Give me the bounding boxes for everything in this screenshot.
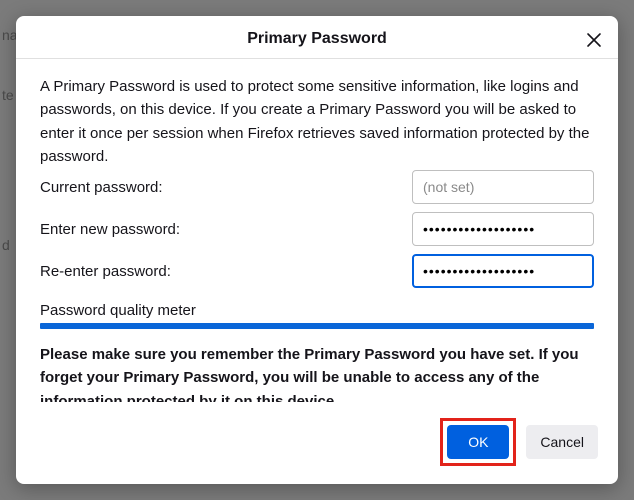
dialog-description: A Primary Password is used to protect so… [40,75,594,168]
primary-password-dialog: Primary Password A Primary Password is u… [16,16,618,484]
dialog-title: Primary Password [247,30,387,47]
close-button[interactable] [582,28,606,52]
current-password-row: Current password: [40,170,594,204]
dialog-body: A Primary Password is used to protect so… [16,59,618,402]
new-password-input[interactable] [412,212,594,246]
cancel-button[interactable]: Cancel [526,425,598,459]
reenter-password-row: Re-enter password: [40,254,594,288]
warning-text: Please make sure you remember the Primar… [40,343,594,402]
current-password-input[interactable] [412,170,594,204]
new-password-label: Enter new password: [40,221,412,238]
reenter-password-input[interactable] [412,254,594,288]
new-password-row: Enter new password: [40,212,594,246]
reenter-password-label: Re-enter password: [40,263,412,280]
current-password-label: Current password: [40,179,412,196]
ok-button[interactable]: OK [447,425,509,459]
close-icon [586,32,602,48]
background-obscured-text: na te d [0,0,18,260]
password-quality-meter-bar [40,323,594,329]
password-quality-meter-label: Password quality meter [40,302,594,319]
dialog-footer: OK Cancel [16,402,618,484]
ok-button-highlight: OK [440,418,516,466]
dialog-header: Primary Password [16,16,618,59]
